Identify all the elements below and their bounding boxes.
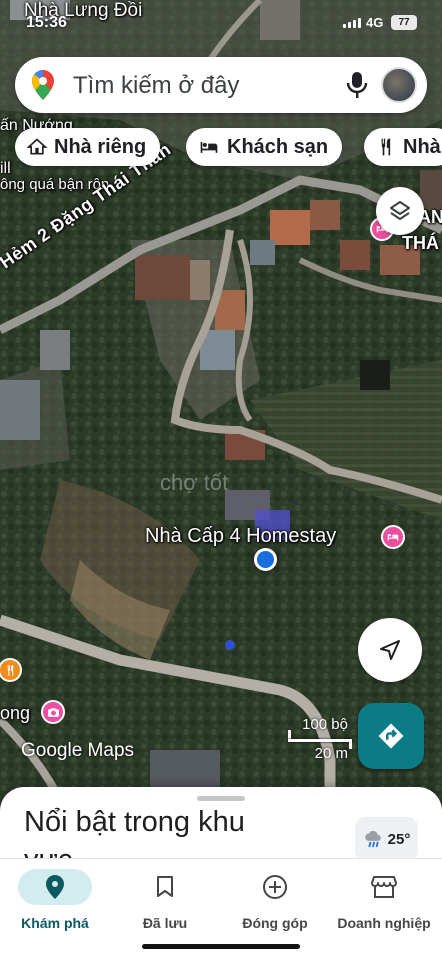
scale-label-feet: 100 bộ xyxy=(302,716,348,733)
home-indicator xyxy=(142,944,300,949)
avatar[interactable] xyxy=(381,67,417,103)
search-input[interactable]: Tìm kiếm ở đây xyxy=(73,72,239,100)
chip-hotel[interactable]: Khách sạn xyxy=(186,128,343,166)
explore-pin-icon xyxy=(46,875,64,899)
nav-explore[interactable]: Khám phá xyxy=(0,869,110,931)
search-bar[interactable]: Tìm kiếm ở đây xyxy=(15,57,427,113)
nav-contribute-label: Đóng góp xyxy=(242,915,308,931)
scale-label-meters: 20 m xyxy=(314,745,348,762)
bed-icon xyxy=(387,534,399,541)
chip-home[interactable]: Nhà riêng xyxy=(15,128,161,166)
nav-business-label: Doanh nghiệp xyxy=(337,915,431,931)
nav-explore-label: Khám phá xyxy=(21,915,89,931)
nav-saved-label: Đã lưu xyxy=(142,915,188,931)
directions-icon xyxy=(378,723,404,749)
chip-restaurant-label: Nhà xyxy=(403,135,441,158)
camera-icon xyxy=(47,707,59,717)
cloud-rain-icon xyxy=(364,830,381,848)
homestay-label[interactable]: Nhà Cấp 4 Homestay xyxy=(145,525,336,548)
google-maps-pin-icon xyxy=(32,70,54,100)
homestay-pin[interactable] xyxy=(381,525,405,549)
current-location-dot xyxy=(254,548,277,571)
my-location-button[interactable] xyxy=(358,618,422,682)
status-bar: 15:36 4G 77 xyxy=(0,0,442,44)
directions-button[interactable] xyxy=(358,703,424,769)
navigation-arrow-icon xyxy=(380,640,400,660)
signal-icon xyxy=(343,18,361,28)
map-label-right-place-2: THÁ xyxy=(402,233,439,253)
network-type: 4G xyxy=(366,15,384,30)
restaurant-icon xyxy=(381,138,391,156)
attraction-pin[interactable] xyxy=(41,700,65,724)
weather-chip[interactable]: 25° xyxy=(355,817,418,861)
home-icon xyxy=(27,138,47,155)
nav-contribute[interactable]: Đóng góp xyxy=(220,869,330,931)
chip-restaurant[interactable]: Nhà xyxy=(364,128,442,166)
google-maps-attribution: Google Maps xyxy=(21,740,135,761)
fork-knife-icon xyxy=(7,664,13,676)
layers-icon xyxy=(390,201,410,220)
bookmark-icon xyxy=(157,876,173,897)
bed-icon xyxy=(200,142,218,153)
nav-business[interactable]: Doanh nghiệp xyxy=(329,869,439,931)
watermark: chợ tốt xyxy=(160,470,229,495)
scale-bar: 100 bộ 20 m xyxy=(286,716,352,764)
add-circle-icon xyxy=(263,875,287,899)
sheet-drag-handle[interactable] xyxy=(197,796,245,801)
status-time: 15:36 xyxy=(26,14,67,31)
layers-button[interactable] xyxy=(376,187,424,235)
battery-icon: 77 xyxy=(391,15,417,30)
mic-icon[interactable] xyxy=(346,71,368,99)
chip-home-label: Nhà riêng xyxy=(54,135,147,158)
nav-saved[interactable]: Đã lưu xyxy=(110,869,220,931)
map-label-bottom-place: ong xyxy=(0,703,31,723)
weather-temp: 25° xyxy=(387,830,411,848)
chip-hotel-label: Khách sạn xyxy=(227,135,329,158)
storefront-icon xyxy=(371,876,397,898)
